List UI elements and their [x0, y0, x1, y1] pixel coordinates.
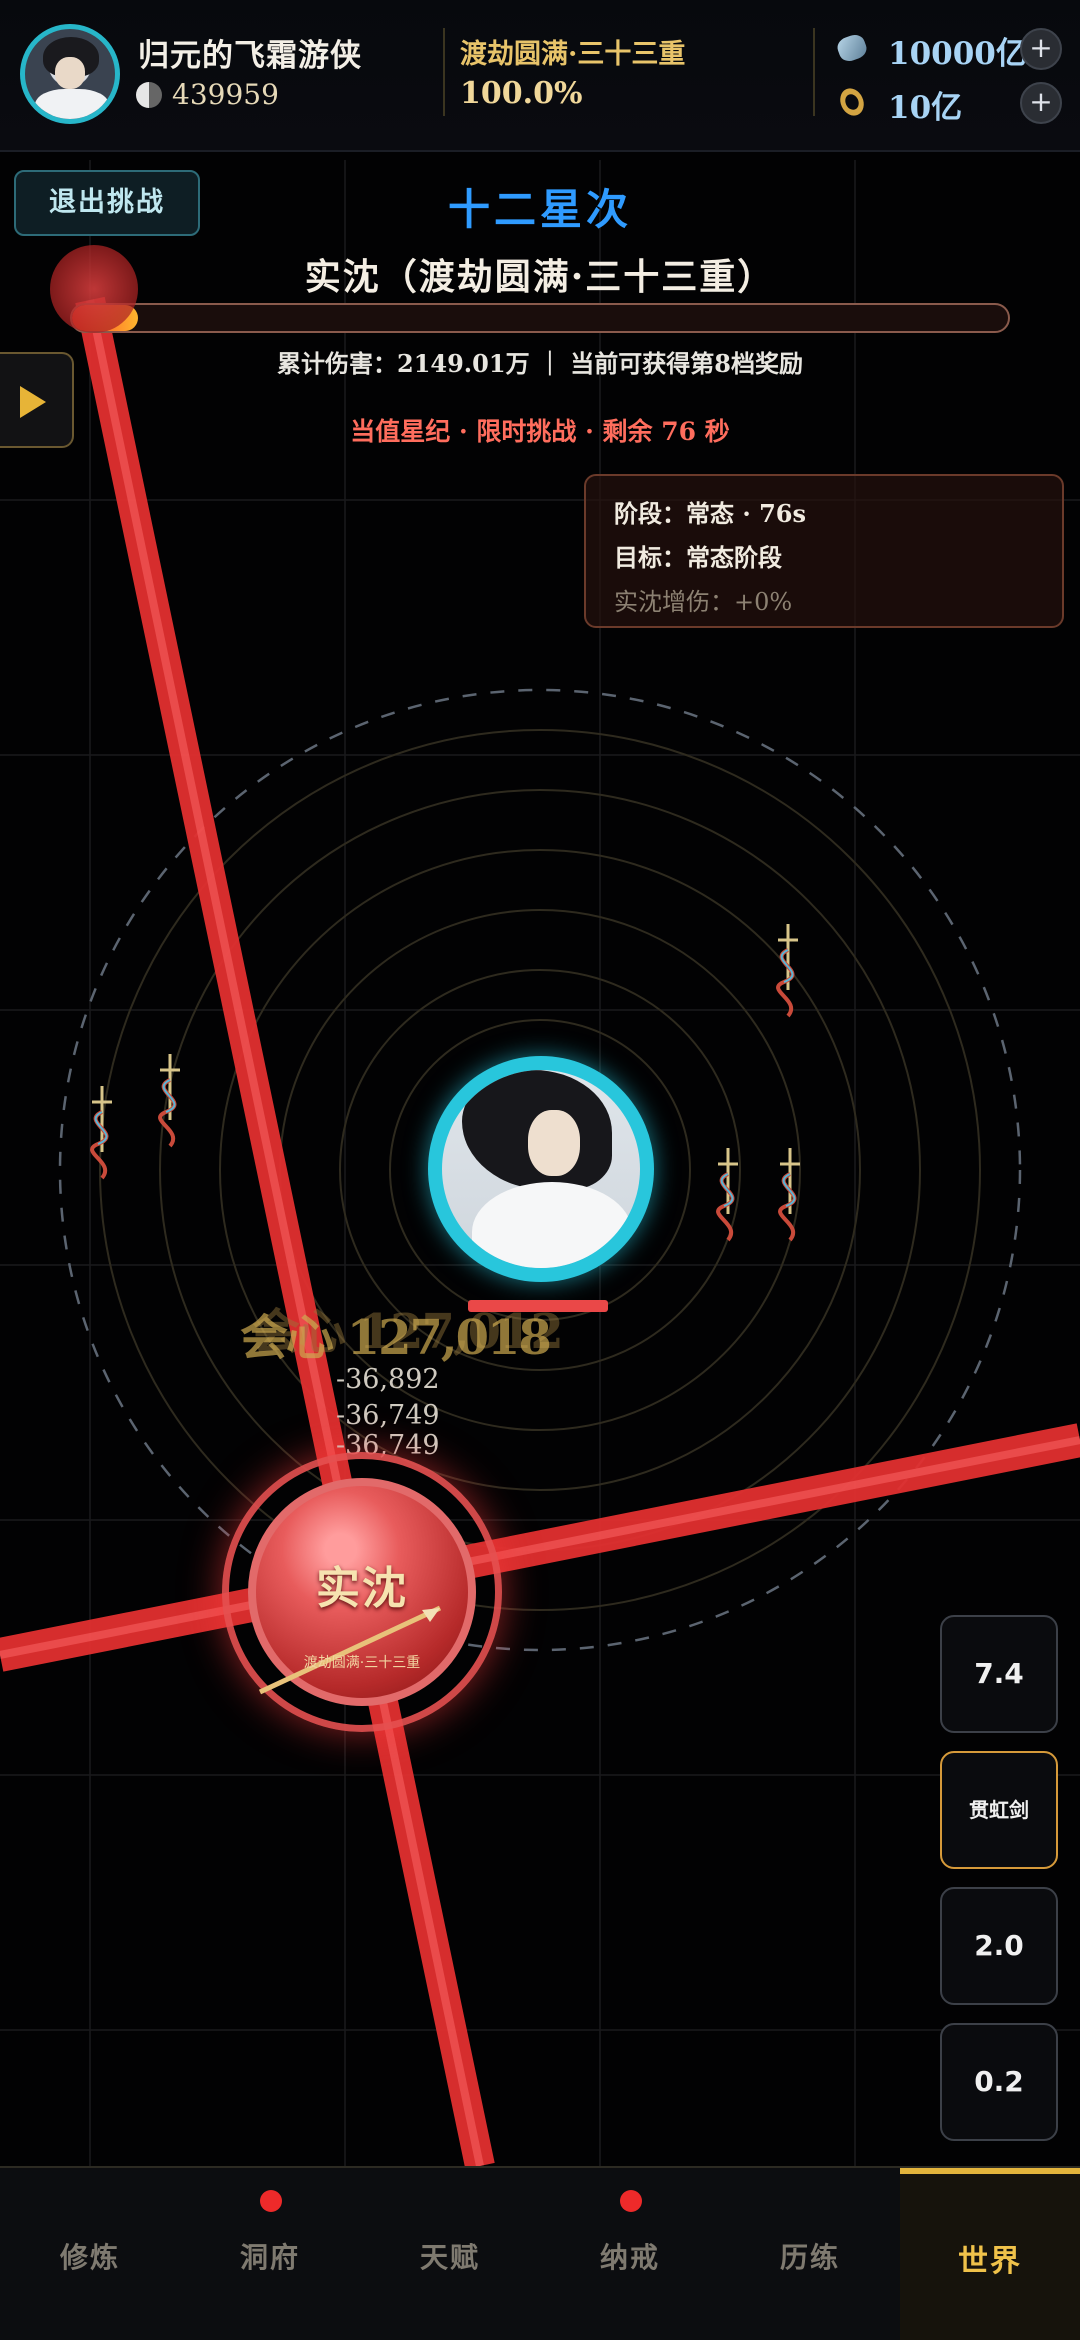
- nav-tab-label: 纳戒: [599, 2241, 660, 2274]
- crit-damage-number: 会心 127,018: [240, 1310, 552, 1366]
- arena-title: 十二星次: [447, 185, 632, 234]
- realm-label: 渡劫圆满·三十三重: [460, 39, 686, 70]
- sword-spirit-icon: [776, 924, 798, 1018]
- yin-yang-icon: [136, 82, 162, 108]
- spirit-stone-icon: [834, 31, 870, 65]
- combat-power: 439959: [172, 78, 279, 111]
- boss-orb-realm: 渡劫圆满·三十三重: [303, 1655, 421, 1671]
- game-screen: 归元的飞霜游侠 439959 渡劫圆满·三十三重 100.0% 10000亿 +…: [0, 0, 1080, 2340]
- bottom-navigation: 修炼 洞府 天赋 纳戒 历练 世界: [0, 2166, 1080, 2340]
- sword-spirit-icon: [90, 1086, 112, 1180]
- player-character[interactable]: [442, 1070, 640, 1268]
- gold-amount: 10亿: [888, 90, 963, 126]
- nav-tab-adventure[interactable]: 历练: [720, 2168, 900, 2340]
- nav-tab-label: 历练: [779, 2241, 840, 2274]
- speed-button[interactable]: 0.2: [940, 2023, 1058, 2141]
- boss-title: 实沈（渡劫圆满·三十三重）: [304, 256, 776, 298]
- add-gold-button[interactable]: +: [1020, 82, 1062, 124]
- spirit-stone-amount: 10000亿: [888, 36, 1027, 72]
- nav-tab-label: 世界: [958, 2244, 1022, 2279]
- header-divider: [813, 28, 815, 116]
- nav-tab-cultivate[interactable]: 修炼: [0, 2168, 180, 2340]
- phase-info-panel: 阶段：常态 · 76s 目标：常态阶段 实沈增伤：+0%: [584, 474, 1064, 628]
- nav-tab-talent[interactable]: 天赋: [360, 2168, 540, 2340]
- boss-orb-name: 实沈: [316, 1563, 408, 1614]
- nav-tab-label: 修炼: [59, 2241, 120, 2274]
- boss-hp-bar: [70, 303, 1010, 333]
- nav-tab-cave[interactable]: 洞府: [180, 2168, 360, 2340]
- phase-target: 目标：常态阶段: [614, 543, 782, 572]
- notification-dot: [260, 2190, 282, 2212]
- phase-status: 阶段：常态 · 76s: [614, 499, 806, 528]
- player-name: 归元的飞霜游侠: [138, 38, 362, 74]
- sword-spirit-icon: [158, 1054, 180, 1148]
- sword-spirit-icon: [778, 1148, 800, 1242]
- damage-summary: 累计伤害：2149.01万 ｜ 当前可获得第8档奖励: [277, 349, 803, 378]
- skill-guanhong-sword-button[interactable]: 贯虹剑: [940, 1751, 1058, 1869]
- hit-damage-number: -36,749: [336, 1400, 440, 1431]
- header-divider: [443, 28, 445, 116]
- hit-damage-number: -36,892: [336, 1364, 440, 1395]
- speed-button[interactable]: 7.4: [940, 1615, 1058, 1733]
- gold-coin-icon: [835, 84, 869, 120]
- player-avatar[interactable]: [20, 24, 120, 124]
- phase-bonus: 实沈增伤：+0%: [614, 588, 793, 616]
- add-spirit-stone-button[interactable]: +: [1020, 28, 1062, 70]
- nav-tab-storage-ring[interactable]: 纳戒: [540, 2168, 720, 2340]
- nav-tab-world[interactable]: 世界: [900, 2168, 1080, 2340]
- notification-dot: [620, 2190, 642, 2212]
- event-countdown: 当值星纪 · 限时挑战 · 剩余 76 秒: [350, 417, 730, 446]
- speed-button[interactable]: 2.0: [940, 1887, 1058, 2005]
- sword-spirit-icon: [716, 1148, 738, 1242]
- nav-tab-label: 天赋: [419, 2241, 480, 2274]
- nav-tab-label: 洞府: [239, 2241, 300, 2274]
- top-status-bar: 归元的飞霜游侠 439959 渡劫圆满·三十三重 100.0% 10000亿 +…: [0, 0, 1080, 152]
- realm-progress: 100.0%: [460, 76, 583, 111]
- hp-bar-marker: [50, 245, 138, 333]
